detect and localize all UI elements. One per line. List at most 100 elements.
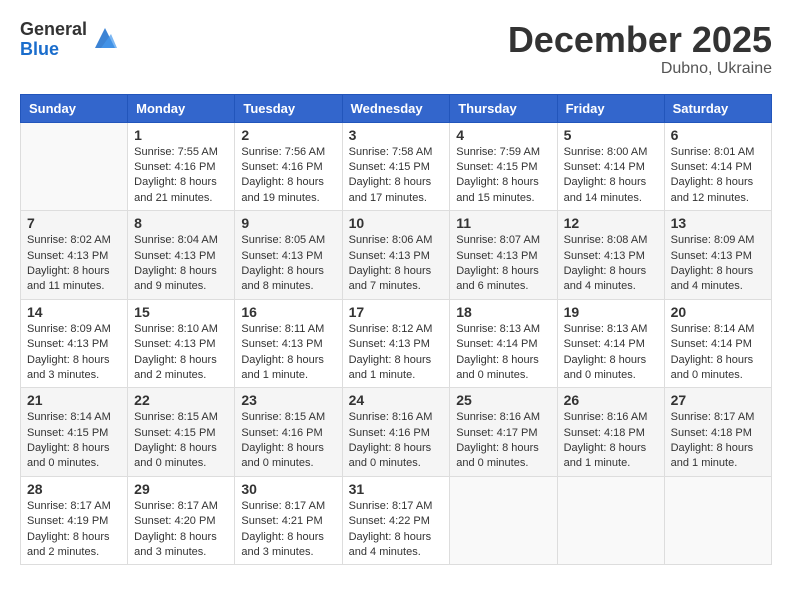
day-number: 30 xyxy=(241,481,335,497)
calendar-cell: 30 Sunrise: 8:17 AM Sunset: 4:21 PM Dayli… xyxy=(235,476,342,565)
day-info: Sunrise: 8:09 AM Sunset: 4:13 PM Dayligh… xyxy=(671,233,765,295)
day-number: 27 xyxy=(671,392,765,408)
day-info: Sunrise: 8:13 AM Sunset: 4:14 PM Dayligh… xyxy=(456,322,550,384)
calendar-cell: 12Sunrise: 8:08 AM Sunset: 4:13 PM Dayli… xyxy=(557,211,664,300)
day-number: 14 xyxy=(27,304,121,320)
calendar-cell xyxy=(557,476,664,565)
calendar-week-row: 7 Sunrise: 8:02 AM Sunset: 4:13 PM Daylig… xyxy=(21,211,772,300)
col-header-saturday: Saturday xyxy=(664,94,771,122)
day-info: Sunrise: 8:17 AM Sunset: 4:20 PM Dayligh… xyxy=(134,499,228,561)
calendar-week-row: 1Sunrise: 7:55 AM Sunset: 4:16 PM Daylig… xyxy=(21,122,772,211)
day-number: 20 xyxy=(671,304,765,320)
calendar-cell: 10 Sunrise: 8:06 AM Sunset: 4:13 PM Dayli… xyxy=(342,211,450,300)
calendar-header-row: SundayMondayTuesdayWednesdayThursdayFrid… xyxy=(21,94,772,122)
day-info: Sunrise: 8:17 AM Sunset: 4:21 PM Dayligh… xyxy=(241,499,335,561)
day-info: Sunrise: 8:00 AM Sunset: 4:14 PM Dayligh… xyxy=(564,145,658,207)
day-info: Sunrise: 8:02 AM Sunset: 4:13 PM Dayligh… xyxy=(27,233,121,295)
calendar-cell: 24 Sunrise: 8:16 AM Sunset: 4:16 PM Dayli… xyxy=(342,388,450,477)
day-number: 24 xyxy=(349,392,444,408)
day-number: 31 xyxy=(349,481,444,497)
day-number: 22 xyxy=(134,392,228,408)
calendar-cell: 31 Sunrise: 8:17 AM Sunset: 4:22 PM Dayli… xyxy=(342,476,450,565)
day-info: Sunrise: 8:15 AM Sunset: 4:16 PM Dayligh… xyxy=(241,410,335,472)
calendar-cell: 1Sunrise: 7:55 AM Sunset: 4:16 PM Daylig… xyxy=(128,122,235,211)
logo-blue: Blue xyxy=(20,40,87,60)
col-header-tuesday: Tuesday xyxy=(235,94,342,122)
day-number: 18 xyxy=(456,304,550,320)
day-number: 23 xyxy=(241,392,335,408)
calendar-cell: 22 Sunrise: 8:15 AM Sunset: 4:15 PM Dayli… xyxy=(128,388,235,477)
day-number: 7 xyxy=(27,215,121,231)
calendar-cell: 6 Sunrise: 8:01 AM Sunset: 4:14 PM Daylig… xyxy=(664,122,771,211)
logo-general: General xyxy=(20,20,87,40)
day-info: Sunrise: 7:59 AM Sunset: 4:15 PM Dayligh… xyxy=(456,145,550,207)
day-number: 9 xyxy=(241,215,335,231)
calendar-cell: 5 Sunrise: 8:00 AM Sunset: 4:14 PM Daylig… xyxy=(557,122,664,211)
day-info: Sunrise: 8:17 AM Sunset: 4:22 PM Dayligh… xyxy=(349,499,444,561)
calendar-cell: 3 Sunrise: 7:58 AM Sunset: 4:15 PM Daylig… xyxy=(342,122,450,211)
calendar-week-row: 14 Sunrise: 8:09 AM Sunset: 4:13 PM Dayli… xyxy=(21,299,772,388)
day-info: Sunrise: 8:10 AM Sunset: 4:13 PM Dayligh… xyxy=(134,322,228,384)
day-number: 4 xyxy=(456,127,550,143)
calendar-cell: 25 Sunrise: 8:16 AM Sunset: 4:17 PM Dayli… xyxy=(450,388,557,477)
day-info: Sunrise: 8:04 AM Sunset: 4:13 PM Dayligh… xyxy=(134,233,228,295)
day-info: Sunrise: 8:15 AM Sunset: 4:15 PM Dayligh… xyxy=(134,410,228,472)
calendar-table: SundayMondayTuesdayWednesdayThursdayFrid… xyxy=(20,94,772,566)
day-number: 10 xyxy=(349,215,444,231)
day-number: 11 xyxy=(456,215,550,231)
day-info: Sunrise: 8:16 AM Sunset: 4:17 PM Dayligh… xyxy=(456,410,550,472)
day-info: Sunrise: 8:16 AM Sunset: 4:16 PM Dayligh… xyxy=(349,410,444,472)
calendar-cell: 27Sunrise: 8:17 AM Sunset: 4:18 PM Dayli… xyxy=(664,388,771,477)
day-number: 5 xyxy=(564,127,658,143)
day-info: Sunrise: 7:56 AM Sunset: 4:16 PM Dayligh… xyxy=(241,145,335,207)
day-info: Sunrise: 8:06 AM Sunset: 4:13 PM Dayligh… xyxy=(349,233,444,295)
calendar-cell xyxy=(450,476,557,565)
day-number: 3 xyxy=(349,127,444,143)
calendar-cell: 9 Sunrise: 8:05 AM Sunset: 4:13 PM Daylig… xyxy=(235,211,342,300)
day-info: Sunrise: 7:58 AM Sunset: 4:15 PM Dayligh… xyxy=(349,145,444,207)
calendar-cell: 20 Sunrise: 8:14 AM Sunset: 4:14 PM Dayli… xyxy=(664,299,771,388)
col-header-thursday: Thursday xyxy=(450,94,557,122)
day-info: Sunrise: 8:07 AM Sunset: 4:13 PM Dayligh… xyxy=(456,233,550,295)
day-number: 19 xyxy=(564,304,658,320)
day-info: Sunrise: 8:09 AM Sunset: 4:13 PM Dayligh… xyxy=(27,322,121,384)
calendar-cell xyxy=(664,476,771,565)
calendar-cell: 29 Sunrise: 8:17 AM Sunset: 4:20 PM Dayli… xyxy=(128,476,235,565)
day-info: Sunrise: 8:08 AM Sunset: 4:13 PM Dayligh… xyxy=(564,233,658,295)
day-info: Sunrise: 8:16 AM Sunset: 4:18 PM Dayligh… xyxy=(564,410,658,472)
day-number: 29 xyxy=(134,481,228,497)
day-number: 26 xyxy=(564,392,658,408)
calendar-week-row: 28Sunrise: 8:17 AM Sunset: 4:19 PM Dayli… xyxy=(21,476,772,565)
day-info: Sunrise: 8:05 AM Sunset: 4:13 PM Dayligh… xyxy=(241,233,335,295)
month-title: December 2025 xyxy=(508,20,772,60)
calendar-cell: 2Sunrise: 7:56 AM Sunset: 4:16 PM Daylig… xyxy=(235,122,342,211)
day-info: Sunrise: 8:17 AM Sunset: 4:19 PM Dayligh… xyxy=(27,499,121,561)
calendar-cell: 11 Sunrise: 8:07 AM Sunset: 4:13 PM Dayli… xyxy=(450,211,557,300)
calendar-cell: 26 Sunrise: 8:16 AM Sunset: 4:18 PM Dayli… xyxy=(557,388,664,477)
calendar-cell: 7 Sunrise: 8:02 AM Sunset: 4:13 PM Daylig… xyxy=(21,211,128,300)
day-info: Sunrise: 8:12 AM Sunset: 4:13 PM Dayligh… xyxy=(349,322,444,384)
day-number: 21 xyxy=(27,392,121,408)
day-info: Sunrise: 8:01 AM Sunset: 4:14 PM Dayligh… xyxy=(671,145,765,207)
calendar-cell: 16Sunrise: 8:11 AM Sunset: 4:13 PM Dayli… xyxy=(235,299,342,388)
logo: General Blue xyxy=(20,20,119,60)
day-number: 8 xyxy=(134,215,228,231)
calendar-cell: 8 Sunrise: 8:04 AM Sunset: 4:13 PM Daylig… xyxy=(128,211,235,300)
col-header-monday: Monday xyxy=(128,94,235,122)
day-number: 6 xyxy=(671,127,765,143)
page-header: General Blue December 2025 Dubno, Ukrain… xyxy=(20,20,772,78)
calendar-cell: 18 Sunrise: 8:13 AM Sunset: 4:14 PM Dayli… xyxy=(450,299,557,388)
day-number: 25 xyxy=(456,392,550,408)
location: Dubno, Ukraine xyxy=(508,60,772,78)
calendar-cell: 13 Sunrise: 8:09 AM Sunset: 4:13 PM Dayli… xyxy=(664,211,771,300)
calendar-cell: 21Sunrise: 8:14 AM Sunset: 4:15 PM Dayli… xyxy=(21,388,128,477)
calendar-cell: 15Sunrise: 8:10 AM Sunset: 4:13 PM Dayli… xyxy=(128,299,235,388)
title-block: December 2025 Dubno, Ukraine xyxy=(508,20,772,78)
day-info: Sunrise: 7:55 AM Sunset: 4:16 PM Dayligh… xyxy=(134,145,228,207)
day-info: Sunrise: 8:14 AM Sunset: 4:14 PM Dayligh… xyxy=(671,322,765,384)
calendar-cell: 17Sunrise: 8:12 AM Sunset: 4:13 PM Dayli… xyxy=(342,299,450,388)
logo-icon xyxy=(91,24,119,52)
day-number: 13 xyxy=(671,215,765,231)
calendar-cell: 4 Sunrise: 7:59 AM Sunset: 4:15 PM Daylig… xyxy=(450,122,557,211)
col-header-friday: Friday xyxy=(557,94,664,122)
